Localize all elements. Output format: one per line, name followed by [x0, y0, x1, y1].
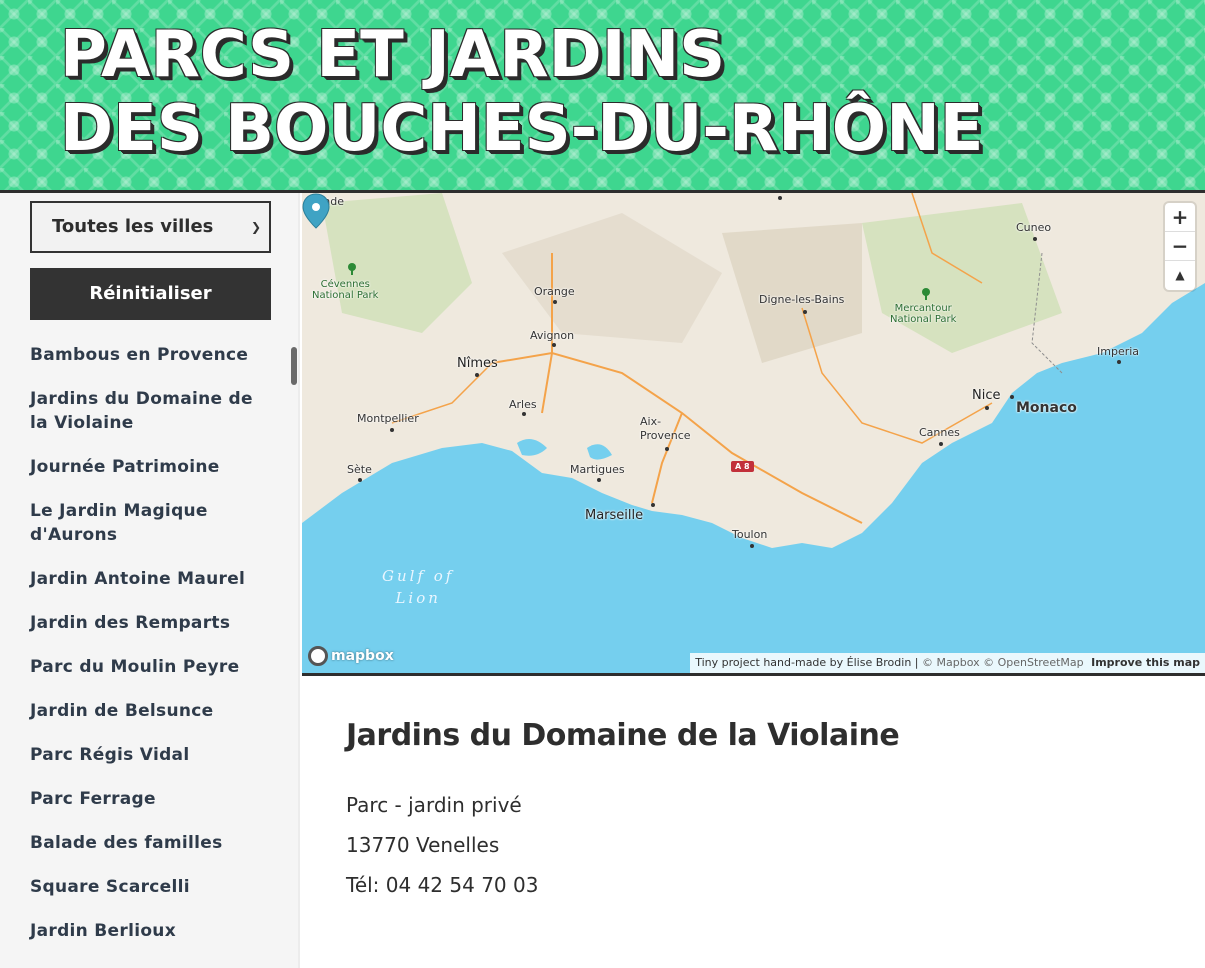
sidebar: Toutes les villes ❯ Réinitialiser Bambou… — [0, 193, 300, 968]
place-label-montpellier: Montpellier — [357, 412, 419, 425]
zoom-out-button[interactable]: − — [1165, 232, 1195, 261]
park-list-item[interactable]: Bambous en Provence — [30, 343, 265, 367]
place-label-monaco: Monaco — [1016, 400, 1077, 416]
park-detail: Jardins du Domaine de la Violaine Parc -… — [346, 700, 1186, 905]
place-dot — [475, 373, 479, 377]
place-label-imperia: Imperia — [1097, 345, 1140, 358]
park-list: Bambous en Provence Jardins du Domaine d… — [30, 343, 265, 963]
place-label-cuneo: Cuneo — [1016, 221, 1052, 234]
site-title-line-2: DES BOUCHES-DU-RHÔNE — [60, 92, 984, 166]
place-label-mercantour: Mercantour National Park — [890, 303, 957, 325]
place-dot — [553, 300, 557, 304]
place-dot — [665, 447, 669, 451]
place-dot — [750, 544, 754, 548]
park-list-item[interactable]: Le Jardin Magique d'Aurons — [30, 499, 265, 547]
park-list-item[interactable]: Journée Patrimoine — [30, 455, 265, 479]
compass-icon[interactable]: ▲ — [1165, 261, 1195, 290]
place-dot — [651, 503, 655, 507]
place-dot — [522, 412, 526, 416]
place-label-sete: Sète — [347, 463, 372, 476]
site-title-line-1: PARCS ET JARDINS — [60, 18, 726, 92]
park-list-item[interactable]: Jardin des Remparts — [30, 611, 265, 635]
map-marker-icon[interactable] — [302, 193, 330, 229]
place-label-aix: Aix- Provence — [640, 415, 691, 442]
tree-icon — [922, 288, 930, 300]
chevron-down-icon: ❯ — [250, 220, 261, 234]
park-list-item[interactable]: Jardin de Belsunce — [30, 699, 265, 723]
place-dot — [803, 310, 807, 314]
place-dot — [358, 478, 362, 482]
place-dot — [390, 428, 394, 432]
place-dot — [778, 196, 782, 200]
sidebar-scrollbar[interactable] — [291, 347, 297, 385]
place-label-marseille: Marseille — [585, 508, 644, 523]
place-label-toulon: Toulon — [732, 528, 768, 541]
map-zoom-controls: + − ▲ — [1165, 203, 1195, 290]
city-filter-value: Toutes les villes — [52, 216, 214, 237]
attribution-mapbox-link[interactable]: © Mapbox — [922, 656, 980, 669]
tree-icon — [348, 263, 356, 275]
mapbox-logo[interactable]: mapbox — [308, 645, 394, 667]
park-list-item[interactable]: Jardin Antoine Maurel — [30, 567, 265, 591]
place-dot — [1033, 237, 1037, 241]
place-dot — [1010, 395, 1014, 399]
place-dot — [1117, 360, 1121, 364]
attribution-credit: Tiny project hand-made by Élise Brodin | — [695, 656, 919, 669]
attribution-osm-link[interactable]: © OpenStreetMap — [983, 656, 1084, 669]
place-label-avignon: Avignon — [530, 329, 575, 342]
place-dot — [552, 343, 556, 347]
place-label-martigues: Martigues — [570, 463, 625, 476]
reset-button[interactable]: Réinitialiser — [30, 268, 271, 320]
mapbox-logo-text: mapbox — [331, 648, 394, 664]
mapbox-logo-icon — [308, 646, 328, 666]
place-label-orange: Orange — [534, 285, 575, 298]
park-list-item[interactable]: Jardin Berlioux — [30, 919, 265, 943]
park-detail-address: 13770 Venelles — [346, 833, 500, 857]
place-label-digne: Digne-les-Bains — [759, 293, 845, 306]
place-dot — [985, 406, 989, 410]
place-label-nimes: Nîmes — [457, 356, 498, 371]
park-detail-title: Jardins du Domaine de la Violaine — [346, 718, 900, 753]
zoom-in-button[interactable]: + — [1165, 203, 1195, 232]
place-dot — [939, 442, 943, 446]
improve-map-link[interactable]: Improve this map — [1091, 656, 1200, 669]
place-label-nice: Nice — [972, 388, 1001, 403]
place-label-cevennes: Cévennes National Park — [312, 279, 379, 301]
park-list-item[interactable]: Square Scarcelli — [30, 875, 265, 899]
park-detail-phone[interactable]: Tél: 04 42 54 70 03 — [346, 865, 1186, 905]
park-detail-info: Parc - jardin privé 13770 Venelles Tél: … — [346, 785, 1186, 905]
site-header: PARCS ET JARDINS DES BOUCHES-DU-RHÔNE — [0, 0, 1205, 193]
place-label-arles: Arles — [509, 398, 537, 411]
park-list-item[interactable]: Jardins du Domaine de la Violaine — [30, 387, 265, 435]
park-list-item[interactable]: Parc du Moulin Peyre — [30, 655, 265, 679]
road-shield: A 8 — [731, 461, 754, 472]
city-filter-select[interactable]: Toutes les villes ❯ — [30, 201, 271, 253]
park-list-item[interactable]: Balade des familles — [30, 831, 265, 855]
park-list-item[interactable]: Parc Régis Vidal — [30, 743, 265, 767]
park-detail-type: Parc - jardin privé — [346, 793, 522, 817]
place-label-gulf: Gulf of Lion — [382, 567, 455, 607]
map-attribution: Tiny project hand-made by Élise Brodin |… — [690, 653, 1205, 673]
map[interactable]: Mende Cuneo Cévennes National Park Orang… — [302, 193, 1205, 676]
place-label-cannes: Cannes — [919, 426, 960, 439]
place-dot — [597, 478, 601, 482]
park-list-item[interactable]: Parc Ferrage — [30, 787, 265, 811]
